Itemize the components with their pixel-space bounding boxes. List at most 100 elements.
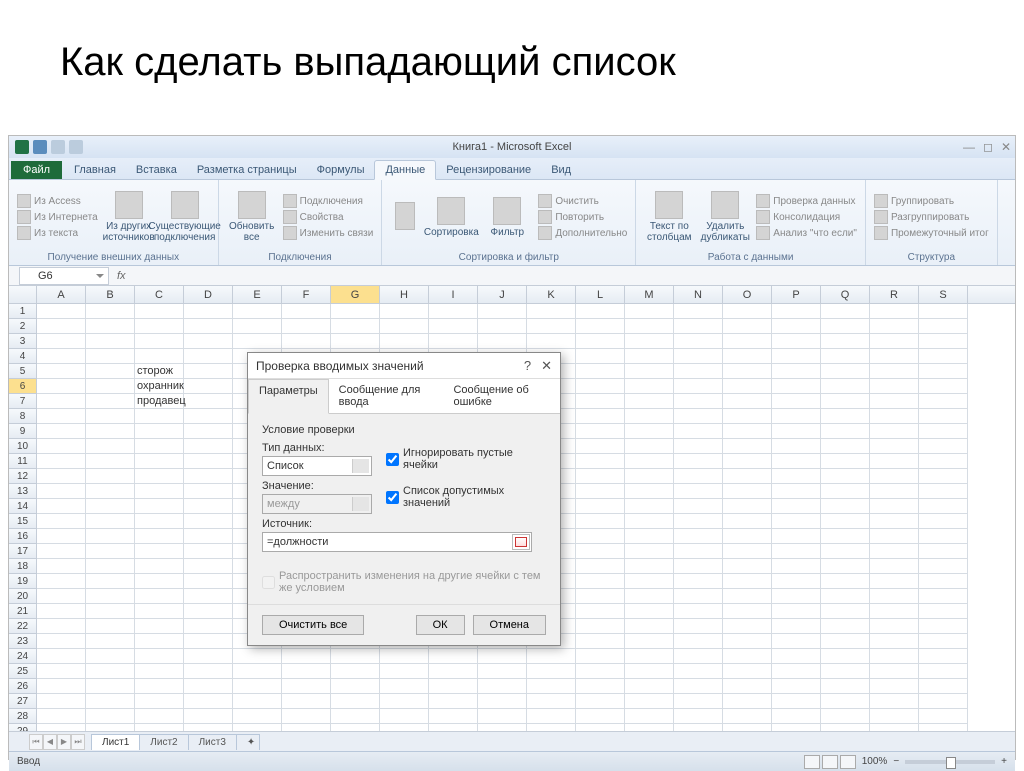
cell[interactable]	[919, 724, 968, 731]
cell[interactable]	[37, 529, 86, 544]
cell[interactable]	[135, 334, 184, 349]
cell[interactable]	[86, 379, 135, 394]
cell[interactable]: охранник	[135, 379, 184, 394]
clear-all-button[interactable]: Очистить все	[262, 615, 364, 635]
row-header[interactable]: 2	[9, 319, 37, 334]
cell[interactable]	[919, 499, 968, 514]
cell[interactable]	[772, 379, 821, 394]
cell[interactable]	[821, 679, 870, 694]
cell[interactable]	[429, 709, 478, 724]
row-header[interactable]: 16	[9, 529, 37, 544]
cell[interactable]	[772, 484, 821, 499]
cell[interactable]	[870, 499, 919, 514]
tab-review[interactable]: Рецензирование	[436, 161, 541, 179]
maximize-icon[interactable]: ◻	[983, 140, 993, 154]
cell[interactable]	[821, 649, 870, 664]
cell[interactable]	[135, 304, 184, 319]
cell[interactable]	[919, 529, 968, 544]
column-header[interactable]: B	[86, 286, 135, 303]
save-icon[interactable]	[33, 140, 47, 154]
cell[interactable]	[135, 589, 184, 604]
remove-duplicates-button[interactable]: Удалить дубликаты	[700, 184, 750, 250]
row-header[interactable]: 15	[9, 514, 37, 529]
cell[interactable]	[625, 664, 674, 679]
column-header[interactable]: H	[380, 286, 429, 303]
cell[interactable]	[429, 334, 478, 349]
cell[interactable]	[233, 679, 282, 694]
cell[interactable]	[772, 424, 821, 439]
cell[interactable]	[723, 634, 772, 649]
cell[interactable]	[576, 454, 625, 469]
row-header[interactable]: 13	[9, 484, 37, 499]
cell[interactable]	[184, 694, 233, 709]
cell[interactable]	[870, 514, 919, 529]
column-header[interactable]: S	[919, 286, 968, 303]
cell[interactable]	[870, 544, 919, 559]
cell[interactable]	[772, 664, 821, 679]
cell[interactable]	[478, 679, 527, 694]
cell[interactable]	[919, 649, 968, 664]
filter-button[interactable]: Фильтр	[482, 184, 532, 250]
cell[interactable]	[576, 709, 625, 724]
cell[interactable]	[919, 514, 968, 529]
fx-label[interactable]: fx	[109, 270, 134, 282]
cell[interactable]	[674, 424, 723, 439]
cell[interactable]	[37, 589, 86, 604]
cell[interactable]	[576, 394, 625, 409]
cell[interactable]	[135, 439, 184, 454]
cell[interactable]	[184, 619, 233, 634]
cell[interactable]	[184, 559, 233, 574]
subtotal-button[interactable]: Промежуточный итог	[874, 226, 989, 240]
cell[interactable]	[135, 409, 184, 424]
cell[interactable]	[870, 424, 919, 439]
cell[interactable]	[380, 709, 429, 724]
cell[interactable]	[772, 364, 821, 379]
cell[interactable]	[723, 319, 772, 334]
cell[interactable]	[772, 319, 821, 334]
cell[interactable]	[478, 694, 527, 709]
cell[interactable]	[576, 364, 625, 379]
ungroup-button[interactable]: Разгруппировать	[874, 210, 989, 224]
cell[interactable]	[772, 394, 821, 409]
cell[interactable]	[429, 319, 478, 334]
cell[interactable]	[282, 679, 331, 694]
cell[interactable]	[184, 589, 233, 604]
cell[interactable]	[821, 544, 870, 559]
cell[interactable]	[870, 469, 919, 484]
cell[interactable]	[380, 304, 429, 319]
cell[interactable]	[870, 454, 919, 469]
ok-button[interactable]: ОК	[416, 615, 465, 635]
cell[interactable]	[576, 634, 625, 649]
cell[interactable]	[576, 319, 625, 334]
cell[interactable]	[919, 694, 968, 709]
cell[interactable]	[282, 694, 331, 709]
row-header[interactable]: 21	[9, 604, 37, 619]
cell[interactable]	[429, 724, 478, 731]
cell[interactable]	[772, 589, 821, 604]
cell[interactable]	[772, 469, 821, 484]
cell[interactable]	[723, 334, 772, 349]
row-header[interactable]: 9	[9, 424, 37, 439]
cell[interactable]	[37, 679, 86, 694]
cell[interactable]	[86, 544, 135, 559]
cell[interactable]	[870, 559, 919, 574]
cell[interactable]	[527, 679, 576, 694]
cell[interactable]	[331, 679, 380, 694]
cell[interactable]	[86, 334, 135, 349]
cell[interactable]	[870, 619, 919, 634]
cell[interactable]	[625, 694, 674, 709]
cell[interactable]	[576, 694, 625, 709]
cell[interactable]	[37, 319, 86, 334]
cell[interactable]	[86, 604, 135, 619]
cell[interactable]	[478, 334, 527, 349]
cell[interactable]	[233, 724, 282, 731]
cell[interactable]	[870, 679, 919, 694]
row-header[interactable]: 28	[9, 709, 37, 724]
cell[interactable]	[772, 559, 821, 574]
cell[interactable]	[674, 514, 723, 529]
cell[interactable]	[919, 619, 968, 634]
row-header[interactable]: 5	[9, 364, 37, 379]
cell[interactable]	[674, 589, 723, 604]
cell[interactable]	[625, 304, 674, 319]
cell[interactable]	[135, 514, 184, 529]
